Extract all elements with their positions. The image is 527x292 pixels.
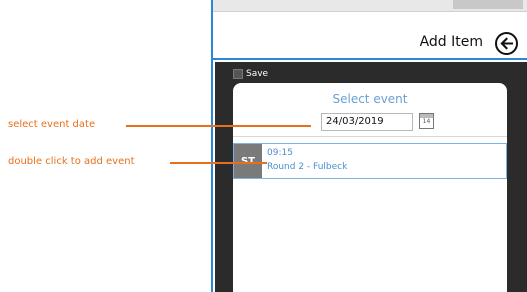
back-button[interactable] [495, 32, 518, 55]
calendar-icon[interactable]: 14 [419, 113, 434, 129]
annotation-arrow-date [126, 125, 311, 127]
annotation-arrow-event [170, 162, 267, 164]
top-strip [213, 0, 527, 12]
annotation-double-click: double click to add event [8, 156, 135, 167]
divider [233, 136, 507, 137]
calendar-day: 14 [422, 118, 431, 125]
save-button[interactable]: Save [233, 67, 268, 81]
save-label: Save [246, 69, 269, 79]
app-window: Add Item Save Select event 24/03/2019 14 [211, 0, 527, 292]
event-date-field[interactable]: 24/03/2019 [321, 113, 413, 131]
dialog-title: Select event [332, 92, 408, 106]
save-icon [233, 69, 243, 79]
select-event-dialog: Select event 24/03/2019 14 ST 09:15 Roun… [233, 83, 507, 292]
page-title: Add Item [419, 34, 483, 50]
event-badge: ST [234, 144, 262, 178]
event-list-item[interactable]: ST 09:15 Round 2 - Fulbeck [233, 143, 507, 179]
screenshot-stage: Add Item Save Select event 24/03/2019 14 [0, 0, 527, 292]
arrow-left-icon [500, 37, 513, 50]
event-name: Round 2 - Fulbeck [267, 162, 348, 172]
annotation-select-date: select event date [8, 119, 96, 130]
app-header: Add Item [213, 12, 527, 60]
top-strip-accent [453, 0, 523, 9]
content-area: Save Select event 24/03/2019 14 ST 09:15… [215, 62, 527, 292]
event-time: 09:15 [267, 148, 293, 158]
